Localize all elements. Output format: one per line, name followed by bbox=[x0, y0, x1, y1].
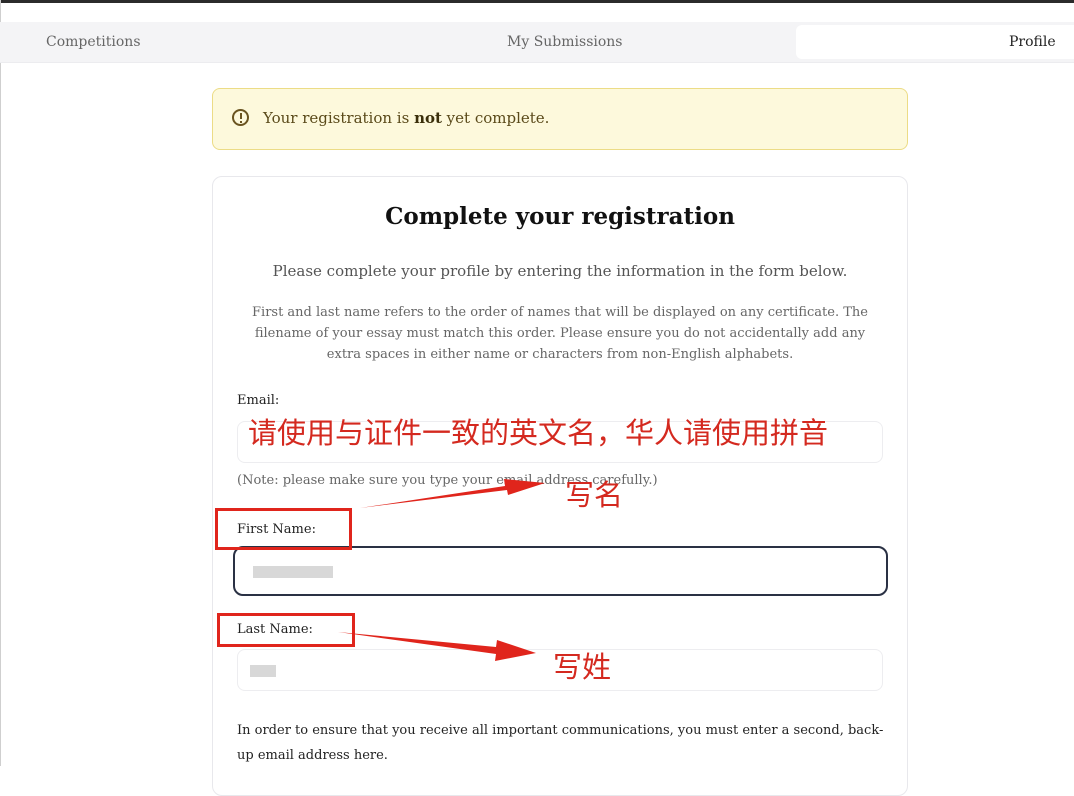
annotation-arrows bbox=[338, 479, 545, 661]
last-name-arrow bbox=[338, 632, 536, 661]
annotation-first-name-hint: 写名 bbox=[565, 478, 624, 512]
annotation-english-name-hint: 请使用与证件一致的英文名，华人请使用拼音 bbox=[248, 416, 829, 450]
annotation-last-name-hint: 写姓 bbox=[553, 650, 612, 684]
first-name-arrow bbox=[360, 479, 545, 508]
